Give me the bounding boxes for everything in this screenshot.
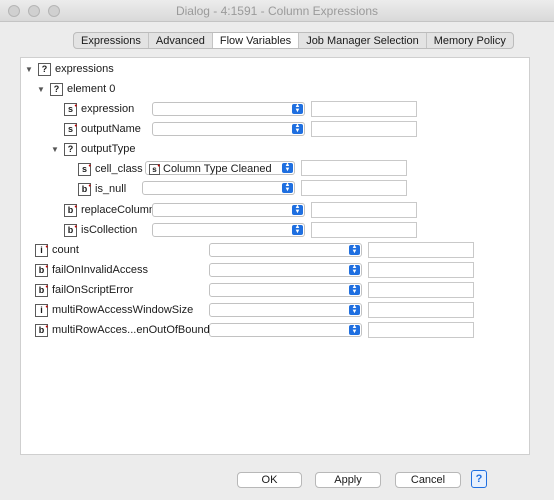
multi-row-access-out-of-bounds-variable-select[interactable]: ▲ ▼ xyxy=(209,323,362,337)
tree-label: multiRowAccessWindowSize xyxy=(52,304,194,316)
tab-memory-policy[interactable]: Memory Policy xyxy=(427,33,513,48)
tree-label: replaceColumn xyxy=(81,204,155,216)
replace-column-new-variable-field[interactable] xyxy=(311,202,417,218)
is-null-variable-select[interactable]: ▲ ▼ xyxy=(142,181,295,195)
tree-node-fail-on-invalid-access: b • failOnInvalidAccess xyxy=(35,261,148,279)
is-collection-new-variable-field[interactable] xyxy=(311,222,417,238)
tree-label: element 0 xyxy=(67,83,116,95)
tree-node-output-name: s • outputName xyxy=(64,120,141,138)
chevron-updown-icon: ▲ ▼ xyxy=(292,204,303,215)
tree-label: isCollection xyxy=(81,224,138,236)
collapse-chevron-icon[interactable]: ▼ xyxy=(50,144,60,154)
fail-on-script-error-new-variable-field[interactable] xyxy=(368,282,474,298)
boolean-type-icon: b • xyxy=(35,263,48,277)
fail-on-invalid-access-variable-select[interactable]: ▲ ▼ xyxy=(209,263,362,277)
help-icon[interactable]: ? xyxy=(471,470,487,488)
tree-node-is-collection: b • isCollection xyxy=(64,221,137,239)
tab-advanced[interactable]: Advanced xyxy=(149,33,213,48)
is-collection-variable-select[interactable]: ▲ ▼ xyxy=(152,223,305,237)
string-type-icon: s • xyxy=(78,162,91,176)
count-variable-select[interactable]: ▲ ▼ xyxy=(209,243,362,257)
tree-label: outputName xyxy=(81,123,141,135)
flow-variables-panel: ▼ ? expressions ▼ ? element 0 s • express… xyxy=(20,57,530,455)
tree-node-count: i • count xyxy=(35,241,79,259)
tree-label: count xyxy=(52,244,79,256)
tree-label: is_null xyxy=(95,183,127,195)
collapse-chevron-icon[interactable]: ▼ xyxy=(36,84,46,94)
boolean-type-icon: b • xyxy=(64,223,77,237)
replace-column-variable-select[interactable]: ▲ ▼ xyxy=(152,203,305,217)
unknown-type-icon: ? xyxy=(38,62,51,76)
chevron-updown-icon: ▲ ▼ xyxy=(349,304,360,315)
string-type-icon: s • xyxy=(64,102,77,116)
chevron-updown-icon: ▲ ▼ xyxy=(349,324,360,335)
expression-new-variable-field[interactable] xyxy=(311,101,417,117)
multi-row-access-window-size-variable-select[interactable]: ▲ ▼ xyxy=(209,303,362,317)
boolean-type-icon: b • xyxy=(78,182,91,196)
is-null-new-variable-field[interactable] xyxy=(301,180,407,196)
tree-label: expression xyxy=(81,103,135,115)
tab-flow-variables[interactable]: Flow Variables xyxy=(212,33,300,48)
tree-label: cell_class xyxy=(95,163,143,175)
chevron-updown-icon: ▲ ▼ xyxy=(282,182,293,193)
chevron-updown-icon: ▲ ▼ xyxy=(292,123,303,134)
tree-node-multi-row-access-window-size: i • multiRowAccessWindowSize xyxy=(35,301,193,319)
chevron-updown-icon: ▲ ▼ xyxy=(292,103,303,114)
chevron-updown-icon: ▲ ▼ xyxy=(349,284,360,295)
tree-node-expressions[interactable]: ▼ ? expressions xyxy=(24,60,114,78)
chevron-updown-icon: ▲ ▼ xyxy=(282,162,293,173)
dialog-content: Expressions Advanced Flow Variables Job … xyxy=(0,22,554,500)
expression-variable-select[interactable]: ▲ ▼ xyxy=(152,102,305,116)
tree-node-replace-column: b • replaceColumn xyxy=(64,201,155,219)
collapse-chevron-icon[interactable]: ▼ xyxy=(24,64,34,74)
cancel-button[interactable]: Cancel xyxy=(395,472,461,488)
boolean-type-icon: b • xyxy=(35,323,48,337)
string-type-icon: s • xyxy=(149,163,160,175)
tree-node-element-0[interactable]: ▼ ? element 0 xyxy=(36,80,115,98)
tree-label: expressions xyxy=(55,63,114,75)
tree-node-is-null: b • is_null xyxy=(78,180,126,198)
chevron-updown-icon: ▲ ▼ xyxy=(349,264,360,275)
ok-button[interactable]: OK xyxy=(237,472,302,488)
integer-type-icon: i • xyxy=(35,243,48,257)
output-name-new-variable-field[interactable] xyxy=(311,121,417,137)
tree-node-cell-class: s • cell_class xyxy=(78,160,143,178)
tree-node-fail-on-script-error: b • failOnScriptError xyxy=(35,281,133,299)
selected-variable-name: Column Type Cleaned xyxy=(163,163,272,175)
fail-on-script-error-variable-select[interactable]: ▲ ▼ xyxy=(209,283,362,297)
tree-label: failOnInvalidAccess xyxy=(52,264,148,276)
apply-button[interactable]: Apply xyxy=(315,472,381,488)
title-bar: Dialog - 4:1591 - Column Expressions xyxy=(0,0,554,22)
integer-type-icon: i • xyxy=(35,303,48,317)
tab-expressions[interactable]: Expressions xyxy=(74,33,149,48)
chevron-updown-icon: ▲ ▼ xyxy=(349,244,360,255)
tree-node-multi-row-access-out-of-bounds: b • multiRowAcces...enOutOfBounds xyxy=(35,321,215,339)
fail-on-invalid-access-new-variable-field[interactable] xyxy=(368,262,474,278)
tree-label: multiRowAcces...enOutOfBounds xyxy=(52,324,216,336)
boolean-type-icon: b • xyxy=(35,283,48,297)
unknown-type-icon: ? xyxy=(64,142,77,156)
cell-class-new-variable-field[interactable] xyxy=(301,160,407,176)
boolean-type-icon: b • xyxy=(64,203,77,217)
tab-bar: Expressions Advanced Flow Variables Job … xyxy=(73,32,514,49)
output-name-variable-select[interactable]: ▲ ▼ xyxy=(152,122,305,136)
window-title: Dialog - 4:1591 - Column Expressions xyxy=(175,4,379,18)
unknown-type-icon: ? xyxy=(50,82,63,96)
tree-label: outputType xyxy=(81,143,136,155)
multi-row-access-window-size-new-variable-field[interactable] xyxy=(368,302,474,318)
tab-job-manager-selection[interactable]: Job Manager Selection xyxy=(299,33,427,48)
chevron-updown-icon: ▲ ▼ xyxy=(292,224,303,235)
multi-row-access-out-of-bounds-new-variable-field[interactable] xyxy=(368,322,474,338)
tree-label: failOnScriptError xyxy=(52,284,134,296)
tree-node-output-type[interactable]: ▼ ? outputType xyxy=(50,140,135,158)
tree-node-expression: s • expression xyxy=(64,100,134,118)
count-new-variable-field[interactable] xyxy=(368,242,474,258)
string-type-icon: s • xyxy=(64,122,77,136)
cell-class-variable-select[interactable]: s • Column Type Cleaned ▲ ▼ xyxy=(145,161,295,175)
